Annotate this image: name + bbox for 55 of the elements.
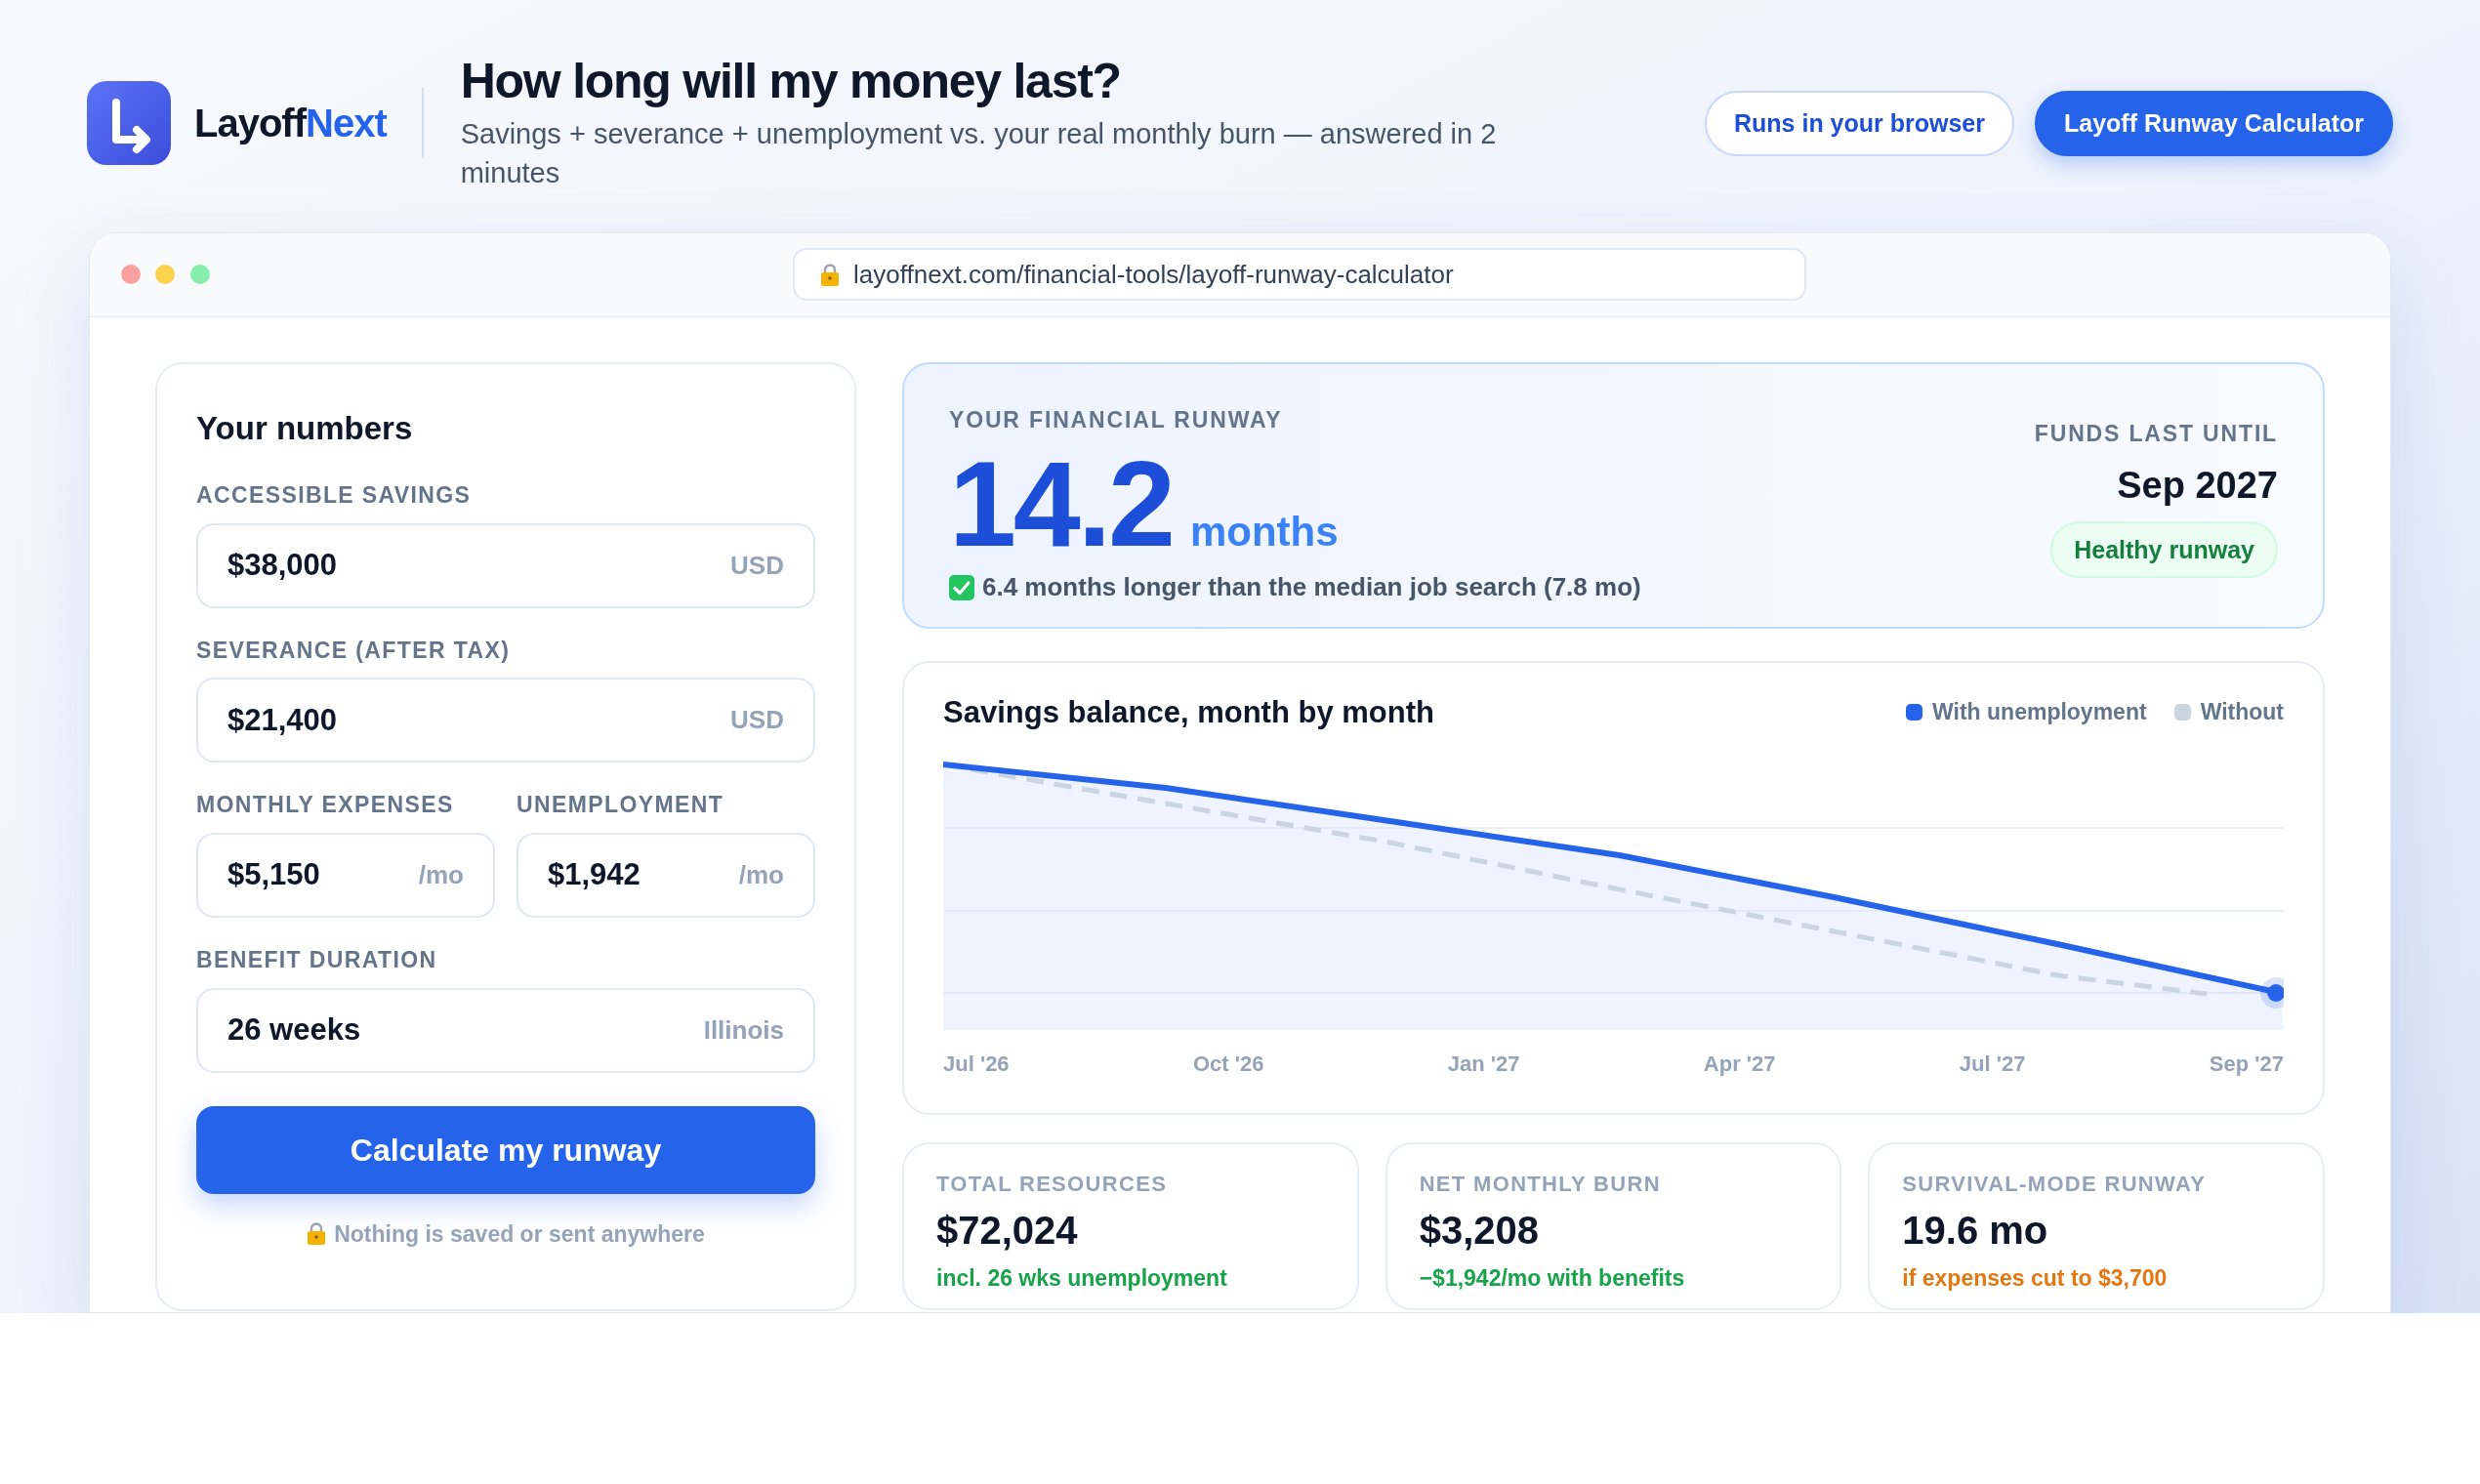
axis-label: Sep '27 — [2209, 1050, 2284, 1078]
stat-note: if expenses cut to $3,700 — [1902, 1264, 2169, 1294]
logo-icon — [87, 81, 171, 166]
legend-label: With unemployment — [1932, 698, 2147, 727]
legend-label: Without — [2200, 698, 2284, 727]
stat-note: −$1,942/mo with benefits — [1419, 1264, 1686, 1294]
panel-title: Your numbers — [196, 408, 414, 448]
calculate-button[interactable]: Calculate my runway — [196, 1105, 815, 1194]
status-badge: Healthy runway — [2050, 521, 2278, 579]
address-bar[interactable]: layoffnext.com/financial-tools/layoff-runway-calculator — [793, 248, 1806, 302]
unit-suffix: USD — [730, 704, 784, 737]
stat-value: 19.6 mo — [1902, 1211, 2049, 1251]
brand-name: LayoffNext — [194, 101, 387, 147]
axis-label: Jan '27 — [1447, 1050, 1520, 1078]
field-label: MONTHLY EXPENSES — [196, 792, 455, 820]
runway-value: 14.2 — [949, 443, 1173, 565]
comparison-text: 6.4 months longer than the median job search (7.8 mo) — [982, 571, 1641, 604]
axis-label: Jul '27 — [1959, 1050, 2026, 1078]
funds-until-date: Sep 2027 — [2117, 467, 2278, 505]
input-field[interactable]: $38,000 USD — [196, 522, 815, 608]
page-title: How long will my money last? — [460, 54, 1122, 110]
page-subtitle: Savings + severance + unemployment vs. your real monthly burn — answered in 2 minutes — [460, 116, 1498, 191]
stat-value: $3,208 — [1419, 1211, 1540, 1251]
runway-unit: months — [1189, 512, 1339, 554]
window-controls-icon — [121, 265, 210, 285]
url-text: layoffnext.com/financial-tools/layoff-runway-calculator — [853, 258, 1454, 291]
header-button[interactable]: Layoff Runway Calculator — [2035, 90, 2393, 156]
check-icon — [949, 574, 974, 600]
funds-until-label: FUNDS LAST UNTIL — [2034, 420, 2278, 448]
field-label: UNEMPLOYMENT — [517, 792, 725, 820]
privacy-note: Nothing is saved or sent anywhere — [334, 1219, 705, 1249]
lock-icon — [820, 263, 840, 286]
header-button[interactable]: Runs in your browser — [1705, 90, 2014, 156]
field-label: SEVERANCE (AFTER TAX) — [196, 637, 512, 665]
unit-suffix: USD — [730, 549, 784, 582]
field-label: ACCESSIBLE SAVINGS — [196, 482, 473, 510]
input-field[interactable]: $5,150 /mo — [196, 833, 495, 919]
unit-suffix: /mo — [738, 859, 784, 892]
stat-label: SURVIVAL-MODE RUNWAY — [1902, 1171, 2208, 1198]
field-label: BENEFIT DURATION — [196, 947, 438, 974]
stat-note: incl. 26 wks unemployment — [936, 1264, 1228, 1294]
stat-value: $72,024 — [936, 1211, 1079, 1251]
unit-suffix: /mo — [418, 859, 464, 892]
stat-label: TOTAL RESOURCES — [936, 1171, 1169, 1198]
axis-label: Apr '27 — [1703, 1050, 1776, 1078]
chart-title: Savings balance, month by month — [943, 693, 1434, 730]
stat-label: NET MONTHLY BURN — [1419, 1171, 1662, 1198]
input-field[interactable]: $1,942 /mo — [517, 833, 815, 919]
input-field[interactable]: 26 weeks Illinois — [196, 987, 815, 1073]
runway-label: YOUR FINANCIAL RUNWAY — [949, 406, 1284, 434]
lock-icon — [307, 1222, 327, 1246]
axis-label: Oct '26 — [1192, 1050, 1264, 1078]
unit-suffix: Illinois — [703, 1013, 784, 1047]
axis-label: Jul '26 — [943, 1050, 1010, 1078]
input-field[interactable]: $21,400 USD — [196, 678, 815, 763]
